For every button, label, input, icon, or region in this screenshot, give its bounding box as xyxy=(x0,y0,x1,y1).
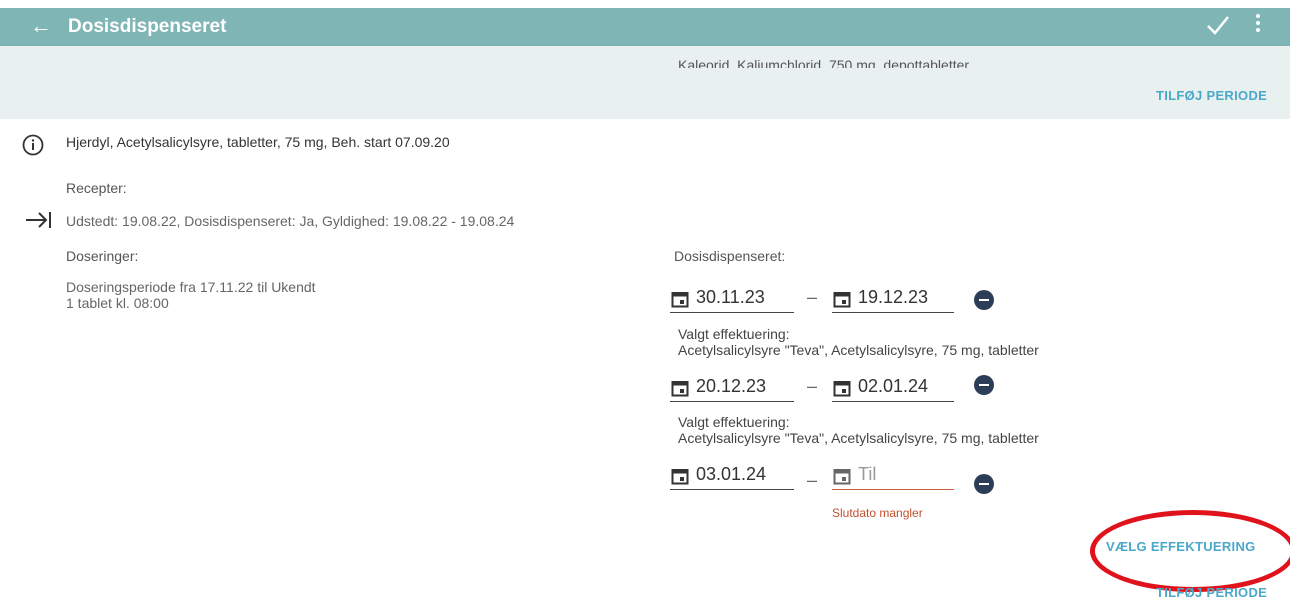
remove-period-2-button[interactable] xyxy=(974,375,994,395)
calendar-icon xyxy=(671,381,689,397)
arrow-right-to-line-icon[interactable] xyxy=(26,211,52,229)
period-1-to-field[interactable]: 19.12.23 xyxy=(832,284,954,313)
period-2-effekt-label: Valgt effektuering: xyxy=(678,414,790,430)
period-1-effekt-value: Acetylsalicylsyre "Teva", Acetylsalicyls… xyxy=(678,342,1039,358)
calendar-icon xyxy=(833,292,851,308)
period-1-from-value: 30.11.23 xyxy=(696,287,765,307)
calendar-icon xyxy=(833,469,851,485)
remove-period-3-button[interactable] xyxy=(974,474,994,494)
dosis-label: Dosisdispenseret: xyxy=(674,248,786,264)
screen: ← Dosisdispenseret Kaleorid, Kaliumchlor… xyxy=(0,0,1290,601)
arrow-back-icon[interactable]: ← xyxy=(30,12,52,40)
highlight-circle xyxy=(1090,510,1290,592)
more-vert-icon[interactable] xyxy=(1252,14,1264,40)
period-2-to-field[interactable]: 02.01.24 xyxy=(832,373,954,402)
check-icon[interactable] xyxy=(1204,10,1232,40)
period-2-from-field[interactable]: 20.12.23 xyxy=(670,373,794,402)
previous-drug-name: Kaleorid, Kaliumchlorid, 750 mg, depotta… xyxy=(678,57,970,68)
period-3-to-field[interactable]: Til xyxy=(832,461,954,490)
drug-title: Hjerdyl, Acetylsalicylsyre, tabletter, 7… xyxy=(66,134,450,150)
calendar-icon xyxy=(671,469,689,485)
period-1-from-field[interactable]: 30.11.23 xyxy=(670,284,794,313)
dosering-period: Doseringsperiode fra 17.11.22 til Ukendt xyxy=(66,279,316,295)
page-title: Dosisdispenseret xyxy=(68,16,227,37)
add-period-button-top[interactable]: TILFØJ PERIODE xyxy=(1156,88,1267,103)
doseringer-label: Doseringer: xyxy=(66,248,139,264)
period-2-from-value: 20.12.23 xyxy=(696,376,767,396)
period-3-dash: – xyxy=(807,470,818,490)
dosering-detail: 1 tablet kl. 08:00 xyxy=(66,295,169,311)
period-1-effekt-label: Valgt effektuering: xyxy=(678,326,790,342)
add-period-button-bottom[interactable]: TILFØJ PERIODE xyxy=(1156,585,1267,600)
app-bar: ← Dosisdispenseret xyxy=(0,8,1290,46)
recept-line: Udstedt: 19.08.22, Dosisdispenseret: Ja,… xyxy=(66,213,515,229)
calendar-icon xyxy=(671,292,689,308)
period-3-from-value: 03.01.24 xyxy=(696,464,767,484)
recepter-label: Recepter: xyxy=(66,180,127,196)
previous-drug-panel: Kaleorid, Kaliumchlorid, 750 mg, depotta… xyxy=(0,46,1290,119)
period-3-from-field[interactable]: 03.01.24 xyxy=(670,461,794,490)
period-2-effekt-value: Acetylsalicylsyre "Teva", Acetylsalicyls… xyxy=(678,430,1039,446)
end-date-error: Slutdato mangler xyxy=(832,506,923,520)
period-2-dash: – xyxy=(807,376,818,396)
period-1-dash: – xyxy=(807,287,818,307)
remove-period-1-button[interactable] xyxy=(974,290,994,310)
period-3-to-placeholder: Til xyxy=(858,464,877,484)
info-icon[interactable] xyxy=(22,134,44,156)
period-1-to-value: 19.12.23 xyxy=(858,287,929,307)
period-2-to-value: 02.01.24 xyxy=(858,376,929,396)
calendar-icon xyxy=(833,381,851,397)
